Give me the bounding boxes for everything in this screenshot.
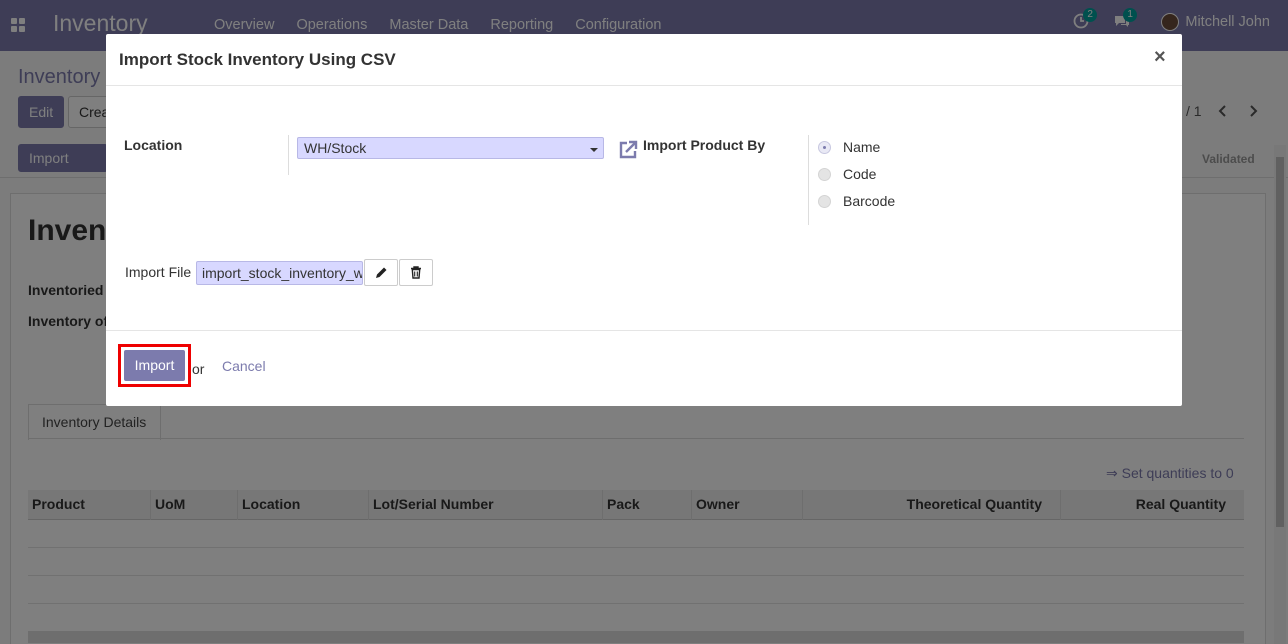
radio-label: Code bbox=[843, 166, 877, 182]
radio-label: Name bbox=[843, 139, 881, 155]
highlight-frame: Import bbox=[118, 344, 191, 387]
modal-header: Import Stock Inventory Using CSV × bbox=[106, 34, 1182, 86]
radio-option-name[interactable]: Name bbox=[818, 139, 880, 155]
cancel-button[interactable]: Cancel bbox=[222, 358, 266, 374]
radio-option-code[interactable]: Code bbox=[818, 166, 876, 182]
modal-footer: Import or Cancel bbox=[106, 330, 1182, 406]
radio-barcode[interactable] bbox=[818, 194, 831, 208]
import-file-input[interactable]: import_stock_inventory_with_name.csv bbox=[196, 261, 363, 285]
radio-label: Barcode bbox=[843, 193, 896, 209]
modal-title: Import Stock Inventory Using CSV bbox=[119, 50, 396, 69]
import-product-by-label: Import Product By bbox=[643, 137, 766, 153]
trash-icon bbox=[411, 266, 421, 279]
radio-code[interactable] bbox=[818, 167, 831, 181]
edit-file-button[interactable] bbox=[364, 259, 398, 286]
chevron-down-icon bbox=[590, 148, 598, 152]
radio-option-barcode[interactable]: Barcode bbox=[818, 193, 895, 209]
radio-name[interactable] bbox=[818, 140, 831, 154]
location-label: Location bbox=[124, 137, 183, 153]
import-button[interactable]: Import bbox=[124, 350, 185, 381]
import-csv-dialog: Import Stock Inventory Using CSV × Locat… bbox=[106, 34, 1182, 406]
label-separator bbox=[808, 135, 809, 225]
location-select-value: WH/Stock bbox=[304, 140, 367, 156]
import-file-label: Import File bbox=[125, 264, 192, 280]
delete-file-button[interactable] bbox=[399, 259, 433, 286]
close-icon[interactable]: × bbox=[1154, 46, 1166, 69]
label-separator bbox=[288, 135, 289, 175]
or-text: or bbox=[192, 361, 205, 377]
location-select[interactable]: WH/Stock bbox=[297, 137, 604, 159]
pencil-icon bbox=[375, 267, 386, 278]
external-link-icon[interactable] bbox=[616, 138, 640, 162]
